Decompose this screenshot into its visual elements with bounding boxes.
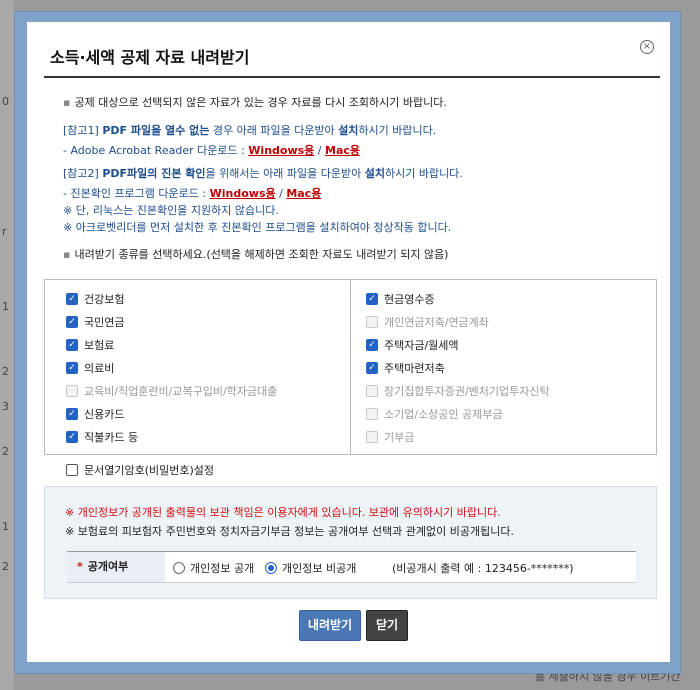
checkbox-password-setting[interactable]: 문서열기암호(비밀번호)설정 (66, 462, 214, 478)
reference1-line: [참고1] PDF 파일을 열수 없는 경우 아래 파일을 다운받아 설치하시기… (63, 124, 437, 137)
check-icon: ✓ (66, 362, 78, 374)
checkbox-housing-savings[interactable]: ✓ 주택마련저축 (366, 360, 445, 376)
check-icon: ✓ (366, 293, 378, 305)
download-button[interactable]: 내려받기 (299, 610, 361, 641)
bullet-icon: ▪ (63, 248, 71, 261)
background-mark: 1 (2, 300, 9, 313)
check-icon: ✓ (66, 408, 78, 420)
notice-line: ▪ 공제 대상으로 선택되지 않은 자료가 있는 경우 자료를 다시 조회하시기 … (63, 96, 447, 109)
checkbox-education: 교육비/직업훈련비/교복구입비/학자금대출 (66, 383, 277, 399)
radio-public[interactable]: 개인정보 공개 (173, 560, 254, 576)
background-mark: 2 (2, 365, 9, 378)
background-mark: 1 (2, 520, 9, 533)
background-mark: 2 (2, 445, 9, 458)
reference2-line: [참고2] PDF파일의 진본 확인을 위해서는 아래 파일을 다운받아 설치하… (63, 167, 463, 180)
checkbox-insurance-premium[interactable]: ✓ 보험료 (66, 337, 114, 353)
checkbox-national-pension[interactable]: ✓ 국민연금 (66, 314, 124, 330)
download-type-grid: ✓ 건강보험 ✓ 국민연금 ✓ 보험료 ✓ 의료비 교육비/직업훈련비/교복구입비/학자… (44, 279, 657, 455)
bullet-icon: ▪ (63, 96, 71, 109)
radio-private[interactable]: 개인정보 비공개 (265, 560, 356, 576)
acrobat-mac-link[interactable]: Mac용 (325, 144, 360, 157)
title-divider (44, 76, 660, 78)
checkbox-personal-pension: 개인연금저축/연금계좌 (366, 314, 489, 330)
acrobat-windows-link[interactable]: Windows용 (248, 144, 314, 157)
check-icon: ✓ (66, 293, 78, 305)
check-icon: ✓ (366, 339, 378, 351)
linux-note: ※ 단, 리눅스는 진본확인을 지원하지 않습니다. (63, 204, 279, 217)
privacy-notice: ※ 보험료의 피보험자 주민번호와 정치자금기부금 정보는 공개여부 선택과 관… (65, 525, 514, 538)
background-mark: r (2, 225, 7, 238)
masking-example: (비공개시 출력 예 : 123456-*******) (392, 562, 574, 575)
checkbox-housing-fund[interactable]: ✓ 주택자금/월세액 (366, 337, 459, 353)
background-mark: 0 (2, 95, 9, 108)
select-instruction: ▪ 내려받기 종류를 선택하세요.(선택을 해제하면 조회한 자료도 내려받기 되… (63, 248, 449, 261)
verify-windows-link[interactable]: Windows용 (210, 187, 276, 200)
download-dialog: 소득·세액 공제 자료 내려받기 × ▪ 공제 대상으로 선택되지 않은 자료가 … (27, 22, 670, 662)
disclosure-label: * 공개여부 (67, 552, 165, 582)
checkbox-small-business: 소기업/소상공인 공제부금 (366, 406, 503, 422)
close-button[interactable]: 닫기 (366, 610, 408, 641)
checkbox-donation: 기부금 (366, 429, 414, 445)
background-mark: 3 (2, 400, 9, 413)
checkbox-health-insurance[interactable]: ✓ 건강보험 (66, 291, 124, 307)
check-icon: ✓ (366, 362, 378, 374)
background-mark: 2 (2, 560, 9, 573)
dialog-title: 소득·세액 공제 자료 내려받기 (50, 48, 250, 67)
privacy-warning: ※ 개인정보가 공개된 출력물의 보관 책임은 이용자에게 있습니다. 보관에 … (65, 506, 501, 519)
privacy-panel: ※ 개인정보가 공개된 출력물의 보관 책임은 이용자에게 있습니다. 보관에 … (44, 486, 657, 599)
verify-download-line: - 진본확인 프로그램 다운로드 : Windows용 / Mac용 (63, 187, 322, 200)
radio-icon (173, 562, 185, 574)
checkbox-cash-receipt[interactable]: ✓ 현금영수증 (366, 291, 435, 307)
checkbox-credit-card[interactable]: ✓ 신용카드 (66, 406, 124, 422)
close-icon[interactable]: × (640, 40, 654, 54)
checkbox-long-term-investment: 장기집합투자증권/벤처기업투자신탁 (366, 383, 550, 399)
radio-selected-icon (265, 562, 277, 574)
check-icon: ✓ (66, 339, 78, 351)
checkbox-debit-card[interactable]: ✓ 직불카드 등 (66, 429, 138, 445)
check-icon: ✓ (66, 431, 78, 443)
disclosure-option-row: * 공개여부 개인정보 공개 개인정보 비공개 (비공개시 출력 예 : 1234… (67, 551, 636, 583)
install-order-note: ※ 아크로벳리더를 먼저 설치한 후 진본확인 프로그램을 설치하여야 정상작동… (63, 221, 452, 234)
grid-divider (350, 280, 351, 454)
checkbox-medical[interactable]: ✓ 의료비 (66, 360, 114, 376)
check-icon: ✓ (66, 316, 78, 328)
verify-mac-link[interactable]: Mac용 (286, 187, 321, 200)
acrobat-download-line: - Adobe Acrobat Reader 다운로드 : Windows용 /… (63, 144, 361, 157)
